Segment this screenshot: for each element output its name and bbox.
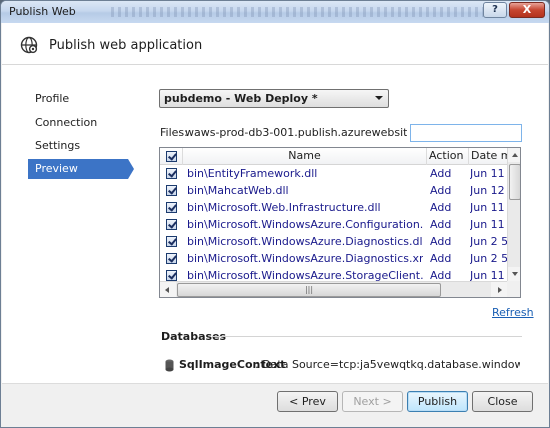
publish-button[interactable]: Publish (407, 391, 468, 412)
globe-gear-icon (20, 36, 38, 54)
row-checkbox[interactable] (166, 219, 177, 230)
nav-item-preview[interactable]: Preview (28, 159, 134, 179)
window-close-button[interactable]: X (509, 2, 545, 18)
title-bar[interactable]: Publish Web ? X (1, 1, 549, 23)
horizontal-scrollbar[interactable]: ||| (160, 281, 507, 297)
selection-arrow-icon (128, 159, 134, 179)
next-button[interactable]: Next > (342, 391, 403, 412)
nav-item-settings[interactable]: Settings (28, 136, 128, 156)
row-checkbox[interactable] (166, 236, 177, 247)
file-action: Add (430, 218, 452, 231)
scroll-down-button[interactable] (508, 267, 520, 281)
vertical-scrollbar[interactable] (507, 148, 520, 281)
refresh-link[interactable]: Refresh (492, 306, 534, 319)
file-name: bin\Microsoft.WindowsAzure.Configuration… (187, 218, 423, 231)
row-checkbox[interactable] (166, 168, 177, 179)
nav-item-profile[interactable]: Profile (28, 89, 128, 109)
file-name: bin\Microsoft.WindowsAzure.Diagnostics.d… (187, 235, 423, 248)
scroll-up-button[interactable] (508, 148, 520, 162)
table-row[interactable]: bin\Microsoft.WindowsAzure.Diagnostics.d… (160, 233, 510, 250)
page-title: Publish web application (49, 38, 203, 53)
file-date: Jun 11 4: (470, 201, 510, 214)
table-row[interactable]: bin\Microsoft.WindowsAzure.Diagnostics.x… (160, 250, 510, 267)
column-header-name[interactable]: Name (183, 148, 427, 165)
horizontal-scroll-thumb[interactable]: ||| (177, 283, 441, 297)
file-date: Jun 2 5:5 (470, 252, 510, 265)
file-name: bin\Microsoft.Web.Infrastructure.dll (187, 201, 381, 214)
scroll-right-button[interactable] (491, 282, 507, 297)
file-date: Jun 11 4: (470, 167, 510, 180)
table-row[interactable]: bin\Microsoft.Web.Infrastructure.dll Add… (160, 199, 510, 216)
window-title: Publish Web (9, 5, 76, 18)
select-all-cell[interactable] (160, 148, 183, 165)
file-action: Add (430, 167, 452, 180)
row-checkbox[interactable] (166, 202, 177, 213)
grid-header: Name Action Date moc (160, 148, 509, 165)
title-bar-background (111, 7, 491, 17)
column-header-action[interactable]: Action (427, 148, 469, 165)
scroll-left-button[interactable] (160, 282, 176, 297)
chevron-down-icon (375, 96, 383, 100)
publish-web-dialog: Publish Web ? X Publish web application … (0, 0, 550, 428)
file-name: bin\MahcatWeb.dll (187, 184, 289, 197)
close-button[interactable]: Close (472, 391, 533, 412)
scrollbar-corner (507, 281, 520, 297)
file-action: Add (430, 252, 452, 265)
file-name: bin\EntityFramework.dll (187, 167, 318, 180)
profile-selected-value: pubdemo - Web Deploy * (164, 92, 318, 105)
profile-dropdown[interactable]: pubdemo - Web Deploy * (159, 89, 389, 108)
files-grid[interactable]: Name Action Date moc bin\EntityFramework… (159, 147, 521, 298)
file-date: Jun 12 7: (470, 184, 510, 197)
help-button[interactable]: ? (483, 2, 507, 18)
select-all-checkbox[interactable] (166, 151, 177, 162)
vertical-scroll-thumb[interactable] (509, 164, 520, 200)
file-action: Add (430, 235, 452, 248)
files-destination: waws-prod-db3-001.publish.azurewebsites.… (185, 126, 407, 139)
files-label: Files: (160, 126, 188, 139)
prev-button[interactable]: < Prev (277, 391, 338, 412)
nav-item-preview-label: Preview (35, 162, 78, 175)
row-checkbox[interactable] (166, 270, 177, 281)
files-filter-input[interactable] (410, 124, 522, 142)
table-row[interactable]: bin\Microsoft.WindowsAzure.Configuration… (160, 216, 510, 233)
table-row[interactable]: bin\EntityFramework.dll Add Jun 11 4: (160, 165, 510, 182)
row-checkbox[interactable] (166, 185, 177, 196)
file-name: bin\Microsoft.WindowsAzure.Diagnostics.x… (187, 252, 423, 265)
wizard-header: Publish web application (2, 23, 548, 65)
row-checkbox[interactable] (166, 253, 177, 264)
file-action: Add (430, 184, 452, 197)
file-action: Add (430, 201, 452, 214)
database-icon (165, 359, 174, 372)
column-header-date[interactable]: Date moc (469, 148, 509, 165)
file-date: Jun 11 4: (470, 218, 510, 231)
file-date: Jun 2 5:5 (470, 235, 510, 248)
nav-item-connection[interactable]: Connection (28, 113, 128, 133)
databases-divider (212, 336, 522, 337)
database-connection-string: : Data Source=tcp:ja5vewqtkq.database.wi… (255, 358, 520, 371)
table-row[interactable]: bin\MahcatWeb.dll Add Jun 12 7: (160, 182, 510, 199)
